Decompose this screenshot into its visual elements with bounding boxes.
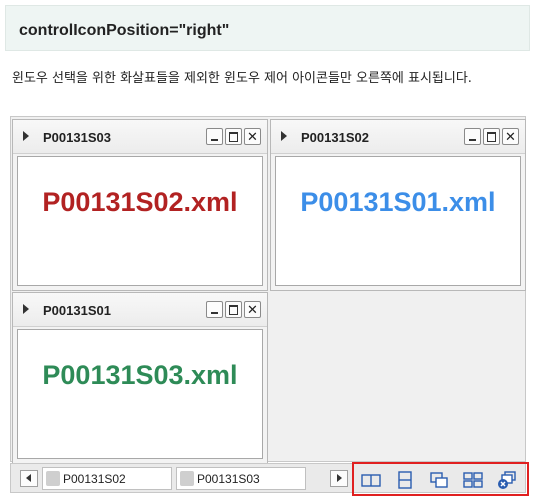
mdi-container: P00131S03 ✕ P00131S02.xml P00131S02 ✕ P0…: [10, 116, 526, 464]
window-content-label: P00131S01.xml: [300, 187, 496, 217]
minimize-button[interactable]: [206, 301, 223, 318]
maximize-button[interactable]: [225, 301, 242, 318]
close-all-icon[interactable]: [496, 470, 518, 490]
window-body: P00131S01.xml: [275, 156, 521, 286]
description-text: 윈도우 선택을 위한 화살표들을 제외한 윈도우 제어 아이콘들만 오른쪽에 표…: [12, 71, 472, 86]
close-button[interactable]: ✕: [244, 128, 261, 145]
window-content-label: P00131S03.xml: [42, 360, 238, 390]
window-taskbar: P00131S02 P00131S03: [10, 462, 529, 496]
window-body: P00131S02.xml: [17, 156, 263, 286]
scroll-right-button[interactable]: [330, 470, 348, 487]
window-body: P00131S03.xml: [17, 329, 263, 459]
window-title: P00131S02: [301, 130, 369, 145]
mdi-window[interactable]: P00131S03 ✕ P00131S02.xml: [12, 119, 268, 291]
mdi-window[interactable]: P00131S02 ✕ P00131S01.xml: [270, 119, 526, 291]
expand-arrow-icon[interactable]: [281, 131, 287, 141]
window-title: P00131S03: [43, 130, 111, 145]
window-control-icons: [352, 462, 529, 496]
window-titlebar[interactable]: P00131S01 ✕: [13, 293, 267, 327]
example-header: controlIconPosition="right": [5, 5, 530, 51]
minimize-button[interactable]: [206, 128, 223, 145]
maximize-button[interactable]: [483, 128, 500, 145]
window-titlebar[interactable]: P00131S03 ✕: [13, 120, 267, 154]
window-icon: [46, 471, 60, 486]
maximize-button[interactable]: [225, 128, 242, 145]
expand-arrow-icon[interactable]: [23, 304, 29, 314]
taskbar-tab[interactable]: P00131S02: [42, 467, 172, 490]
expand-arrow-icon[interactable]: [23, 131, 29, 141]
cascade-icon[interactable]: [428, 470, 450, 490]
tile-vertical-icon[interactable]: [394, 470, 416, 490]
minimize-button[interactable]: [464, 128, 481, 145]
close-button[interactable]: ✕: [244, 301, 261, 318]
tile-grid-icon[interactable]: [462, 470, 484, 490]
close-button[interactable]: ✕: [502, 128, 519, 145]
taskbar-tab[interactable]: P00131S03: [176, 467, 306, 490]
taskbar-tab-label: P00131S02: [63, 472, 126, 486]
page-title: controlIconPosition="right": [19, 22, 230, 39]
taskbar-tab-label: P00131S03: [197, 472, 260, 486]
window-titlebar[interactable]: P00131S02 ✕: [271, 120, 525, 154]
window-icon: [180, 471, 194, 486]
scroll-left-button[interactable]: [20, 470, 38, 487]
window-title: P00131S01: [43, 303, 111, 318]
mdi-window[interactable]: P00131S01 ✕ P00131S03.xml: [12, 292, 268, 464]
cascade-horizontal-icon[interactable]: [360, 470, 382, 490]
window-content-label: P00131S02.xml: [42, 187, 238, 217]
